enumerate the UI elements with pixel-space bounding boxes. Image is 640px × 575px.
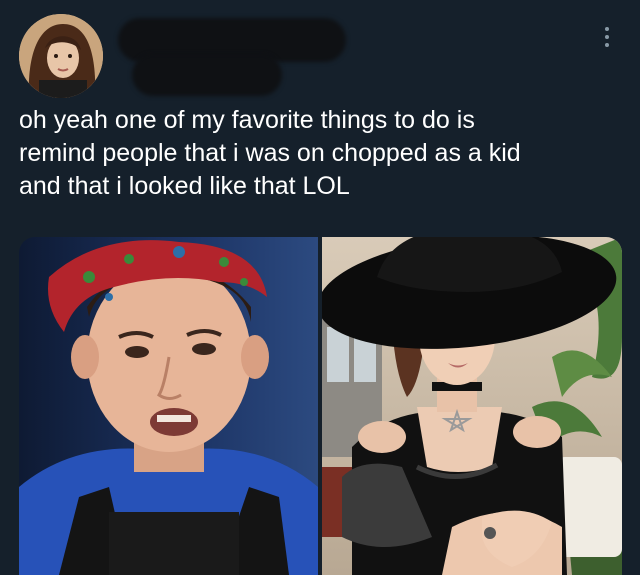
photo-kid-bandana-image (19, 237, 318, 575)
photo-witch-hat-image (322, 237, 622, 575)
tweet-card: oh yeah one of my favorite things to do … (0, 0, 640, 575)
photo-witch-hat[interactable] (322, 237, 622, 575)
tweet-media[interactable] (19, 237, 622, 575)
tweet-text: oh yeah one of my favorite things to do … (19, 106, 521, 200)
redacted-handle (132, 54, 282, 96)
avatar[interactable] (19, 14, 103, 98)
more-options-button[interactable] (600, 22, 614, 52)
more-vertical-icon (605, 27, 609, 47)
photo-kid-bandana[interactable] (19, 237, 318, 575)
avatar-image (19, 14, 103, 98)
